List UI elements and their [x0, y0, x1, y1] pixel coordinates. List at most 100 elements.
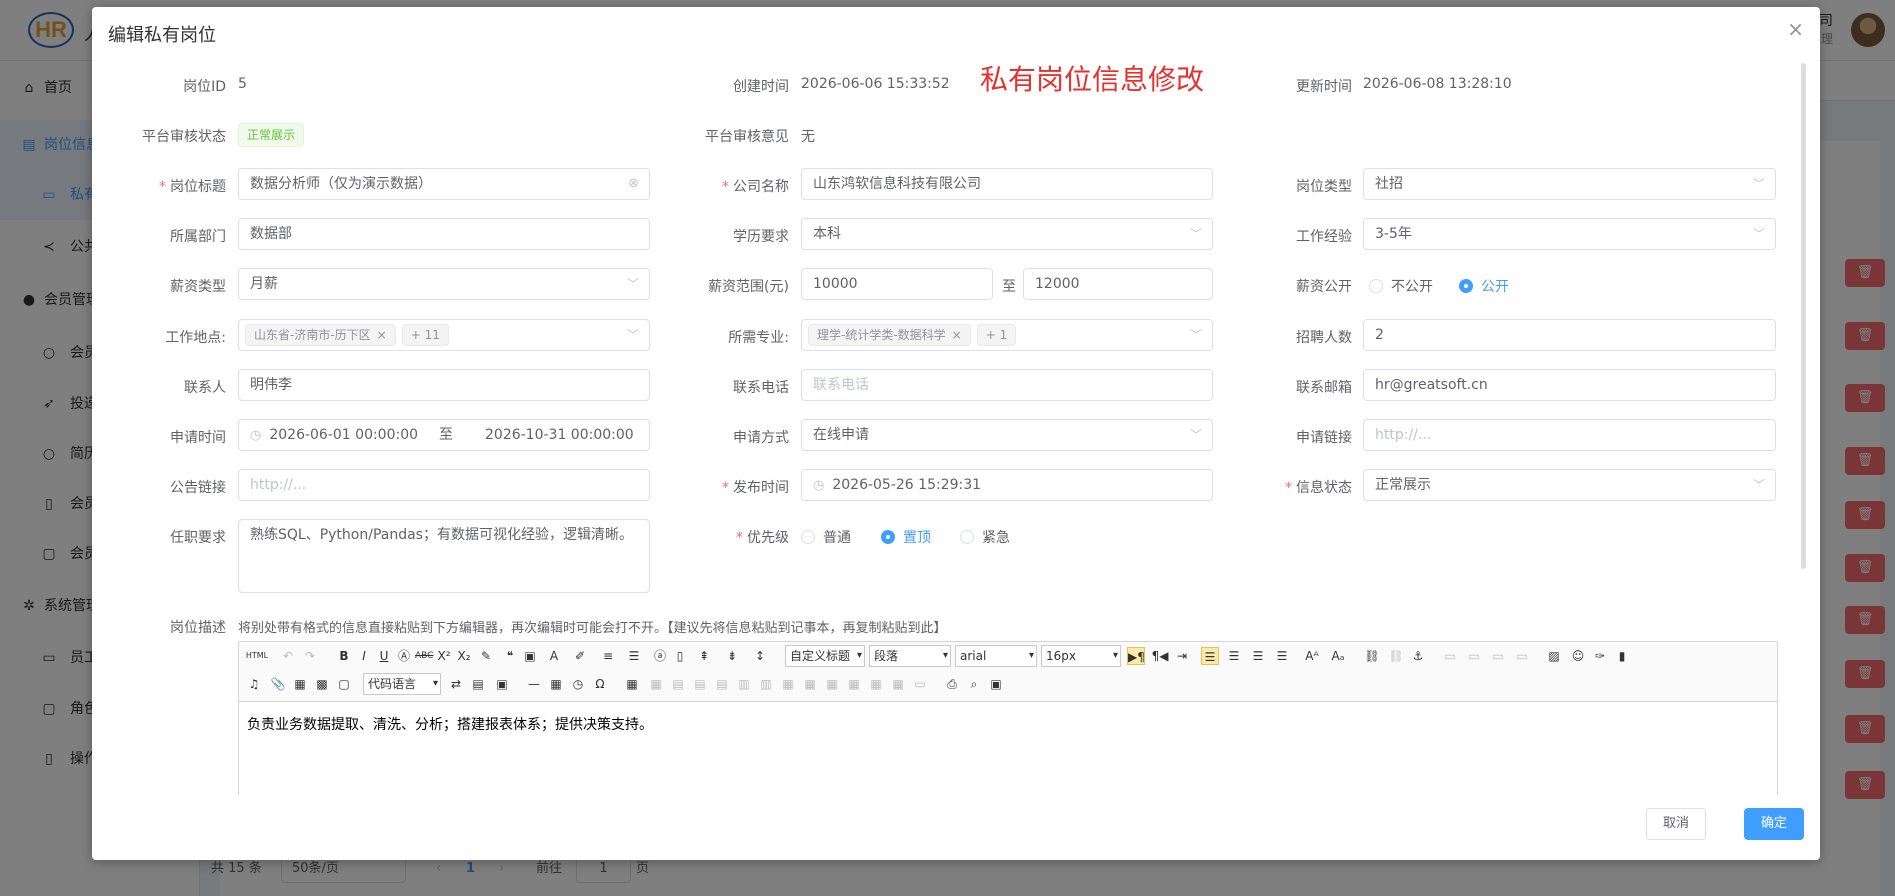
image-none-icon[interactable]: ▭: [1441, 647, 1459, 665]
highlight-color-icon[interactable]: ✐: [571, 647, 589, 665]
clear-doc-icon[interactable]: ▯: [671, 647, 689, 665]
auto-typeset-icon[interactable]: ▣: [987, 675, 1005, 693]
salary-public-radio[interactable]: 公开: [1459, 276, 1509, 296]
align-right-icon[interactable]: ☰: [1249, 647, 1267, 665]
remove-format-icon[interactable]: ⓐ: [651, 647, 669, 665]
search-replace-icon[interactable]: ⌕: [965, 675, 983, 693]
template-icon[interactable]: ▤: [469, 675, 487, 693]
contact-input[interactable]: 明伟李: [238, 369, 650, 401]
delete-col-icon[interactable]: ▥: [757, 675, 775, 693]
delete-table-icon[interactable]: ▦: [647, 675, 665, 693]
split-rows-icon[interactable]: ▦: [867, 675, 885, 693]
image-left-icon[interactable]: ▭: [1465, 647, 1483, 665]
merge-down-icon[interactable]: ▦: [823, 675, 841, 693]
salary-max-input[interactable]: 12000: [1023, 268, 1213, 300]
apply-method-select[interactable]: 在线申请 ﹀: [801, 419, 1213, 451]
strikethrough-icon[interactable]: ABC: [415, 647, 433, 665]
html-source-icon[interactable]: HTML: [245, 647, 269, 665]
row-spacing-bottom-icon[interactable]: ⇟: [723, 647, 741, 665]
indent-icon[interactable]: ⇥: [1173, 647, 1191, 665]
salary-private-radio[interactable]: 不公开: [1369, 276, 1433, 296]
emotion-icon[interactable]: ☺: [1569, 647, 1587, 665]
job-type-select[interactable]: 社招 ﹀: [1363, 168, 1776, 200]
paragraph-select[interactable]: 段落: [869, 645, 951, 667]
apply-start-time[interactable]: 2026-06-01 00:00:00: [269, 427, 418, 443]
rtl-icon[interactable]: ¶◀: [1151, 647, 1169, 665]
page-break-icon[interactable]: ⇄: [447, 675, 465, 693]
time-icon[interactable]: ◷: [569, 675, 587, 693]
apply-link-input[interactable]: http://...: [1363, 419, 1776, 451]
apply-end-time[interactable]: 2026-10-31 00:00:00: [485, 420, 634, 450]
cancel-button[interactable]: 取消: [1646, 808, 1706, 840]
publish-time-picker[interactable]: ◷ 2026-05-26 15:29:31: [801, 469, 1213, 501]
scrawl-icon[interactable]: ✑: [1591, 647, 1609, 665]
font-border-icon[interactable]: Ⓐ: [395, 647, 413, 665]
print-icon[interactable]: ⎙: [943, 675, 961, 693]
job-title-input[interactable]: 数据分析师（仅为演示数据） ⊗: [238, 168, 650, 200]
apply-time-range-picker[interactable]: ◷ 2026-06-01 00:00:00 至 2026-10-31 00:00:…: [238, 419, 650, 451]
image-center-icon[interactable]: ▭: [1513, 647, 1531, 665]
paste-plain-icon[interactable]: ▣: [521, 647, 539, 665]
font-color-icon[interactable]: A: [545, 647, 563, 665]
map-icon[interactable]: ▦: [291, 675, 309, 693]
experience-select[interactable]: 3-5年 ﹀: [1363, 218, 1776, 250]
priority-normal-radio[interactable]: 普通: [801, 527, 851, 547]
date-icon[interactable]: ▦: [547, 675, 565, 693]
headcount-input[interactable]: 2: [1363, 319, 1776, 351]
superscript-icon[interactable]: X²: [435, 647, 453, 665]
insert-col-icon[interactable]: ▥: [735, 675, 753, 693]
close-icon[interactable]: ×: [1787, 17, 1804, 41]
notice-link-input[interactable]: http://...: [238, 469, 650, 501]
unordered-list-icon[interactable]: ☰: [625, 647, 643, 665]
insert-image-icon[interactable]: ▨: [1545, 647, 1563, 665]
delete-row-icon[interactable]: ▤: [713, 675, 731, 693]
salary-type-select[interactable]: 月薪 ﹀: [238, 268, 650, 300]
align-justify-icon[interactable]: ☰: [1273, 647, 1291, 665]
insert-video-icon[interactable]: ▮: [1613, 647, 1631, 665]
major-multiselect[interactable]: 理学-统计学类-数据科学 × + 1 ﹀: [801, 319, 1213, 351]
row-spacing-top-icon[interactable]: ⇞: [695, 647, 713, 665]
rich-text-editor[interactable]: HTML ↶ ↷ B I U Ⓐ ABC X² X₂ ✎ ❝ ▣ A ✐ ≡ ☰…: [238, 641, 1778, 795]
heading-select[interactable]: 自定义标题: [785, 645, 865, 667]
education-select[interactable]: 本科 ﹀: [801, 218, 1213, 250]
horizontal-rule-icon[interactable]: —: [525, 675, 543, 693]
requirements-textarea[interactable]: 熟练SQL、Python/Pandas；有数据可视化经验，逻辑清晰。: [238, 519, 650, 593]
code-language-select[interactable]: 代码语言: [363, 673, 441, 695]
merge-right-icon[interactable]: ▦: [801, 675, 819, 693]
align-center-icon[interactable]: ☰: [1225, 647, 1243, 665]
align-left-icon[interactable]: ☰: [1201, 647, 1219, 665]
music-icon[interactable]: ♫: [245, 675, 263, 693]
confirm-button[interactable]: 确定: [1744, 808, 1804, 840]
anchor-icon[interactable]: ⚓: [1409, 647, 1427, 665]
underline-icon[interactable]: U: [375, 647, 393, 665]
ltr-icon[interactable]: ▶¶: [1127, 647, 1145, 665]
insert-table-icon[interactable]: ▦: [623, 675, 641, 693]
split-cells-icon[interactable]: ▦: [845, 675, 863, 693]
background-icon[interactable]: ▣: [493, 675, 511, 693]
priority-urgent-radio[interactable]: 紧急: [960, 527, 1010, 547]
line-height-icon[interactable]: ↕: [751, 647, 769, 665]
ordered-list-icon[interactable]: ≡: [599, 647, 617, 665]
email-input[interactable]: hr@greatsoft.cn: [1363, 369, 1776, 401]
italic-icon[interactable]: I: [355, 647, 373, 665]
info-status-select[interactable]: 正常展示 ﹀: [1363, 469, 1776, 501]
salary-min-input[interactable]: 10000: [801, 268, 993, 300]
split-cols-icon[interactable]: ▦: [889, 675, 907, 693]
font-size-select[interactable]: 16px: [1041, 645, 1121, 667]
phone-input[interactable]: 联系电话: [801, 369, 1213, 401]
special-char-icon[interactable]: Ω: [591, 675, 609, 693]
unlink-icon[interactable]: ⛓: [1387, 647, 1405, 665]
department-input[interactable]: 数据部: [238, 218, 650, 250]
format-painter-icon[interactable]: ✎: [477, 647, 495, 665]
insert-frame-icon[interactable]: ▢: [335, 675, 353, 693]
attachment-icon[interactable]: 📎: [269, 675, 287, 693]
redo-icon[interactable]: ↷: [301, 647, 319, 665]
uppercase-icon[interactable]: Aᴬ: [1303, 647, 1321, 665]
font-family-select[interactable]: arial: [955, 645, 1037, 667]
gmap-icon[interactable]: ▩: [313, 675, 331, 693]
tag-close-icon[interactable]: ×: [952, 328, 962, 342]
link-icon[interactable]: ⛓: [1363, 647, 1381, 665]
undo-icon[interactable]: ↶: [279, 647, 297, 665]
editor-content[interactable]: 负责业务数据提取、清洗、分析；搭建报表体系；提供决策支持。: [247, 714, 653, 734]
bold-icon[interactable]: B: [335, 647, 353, 665]
